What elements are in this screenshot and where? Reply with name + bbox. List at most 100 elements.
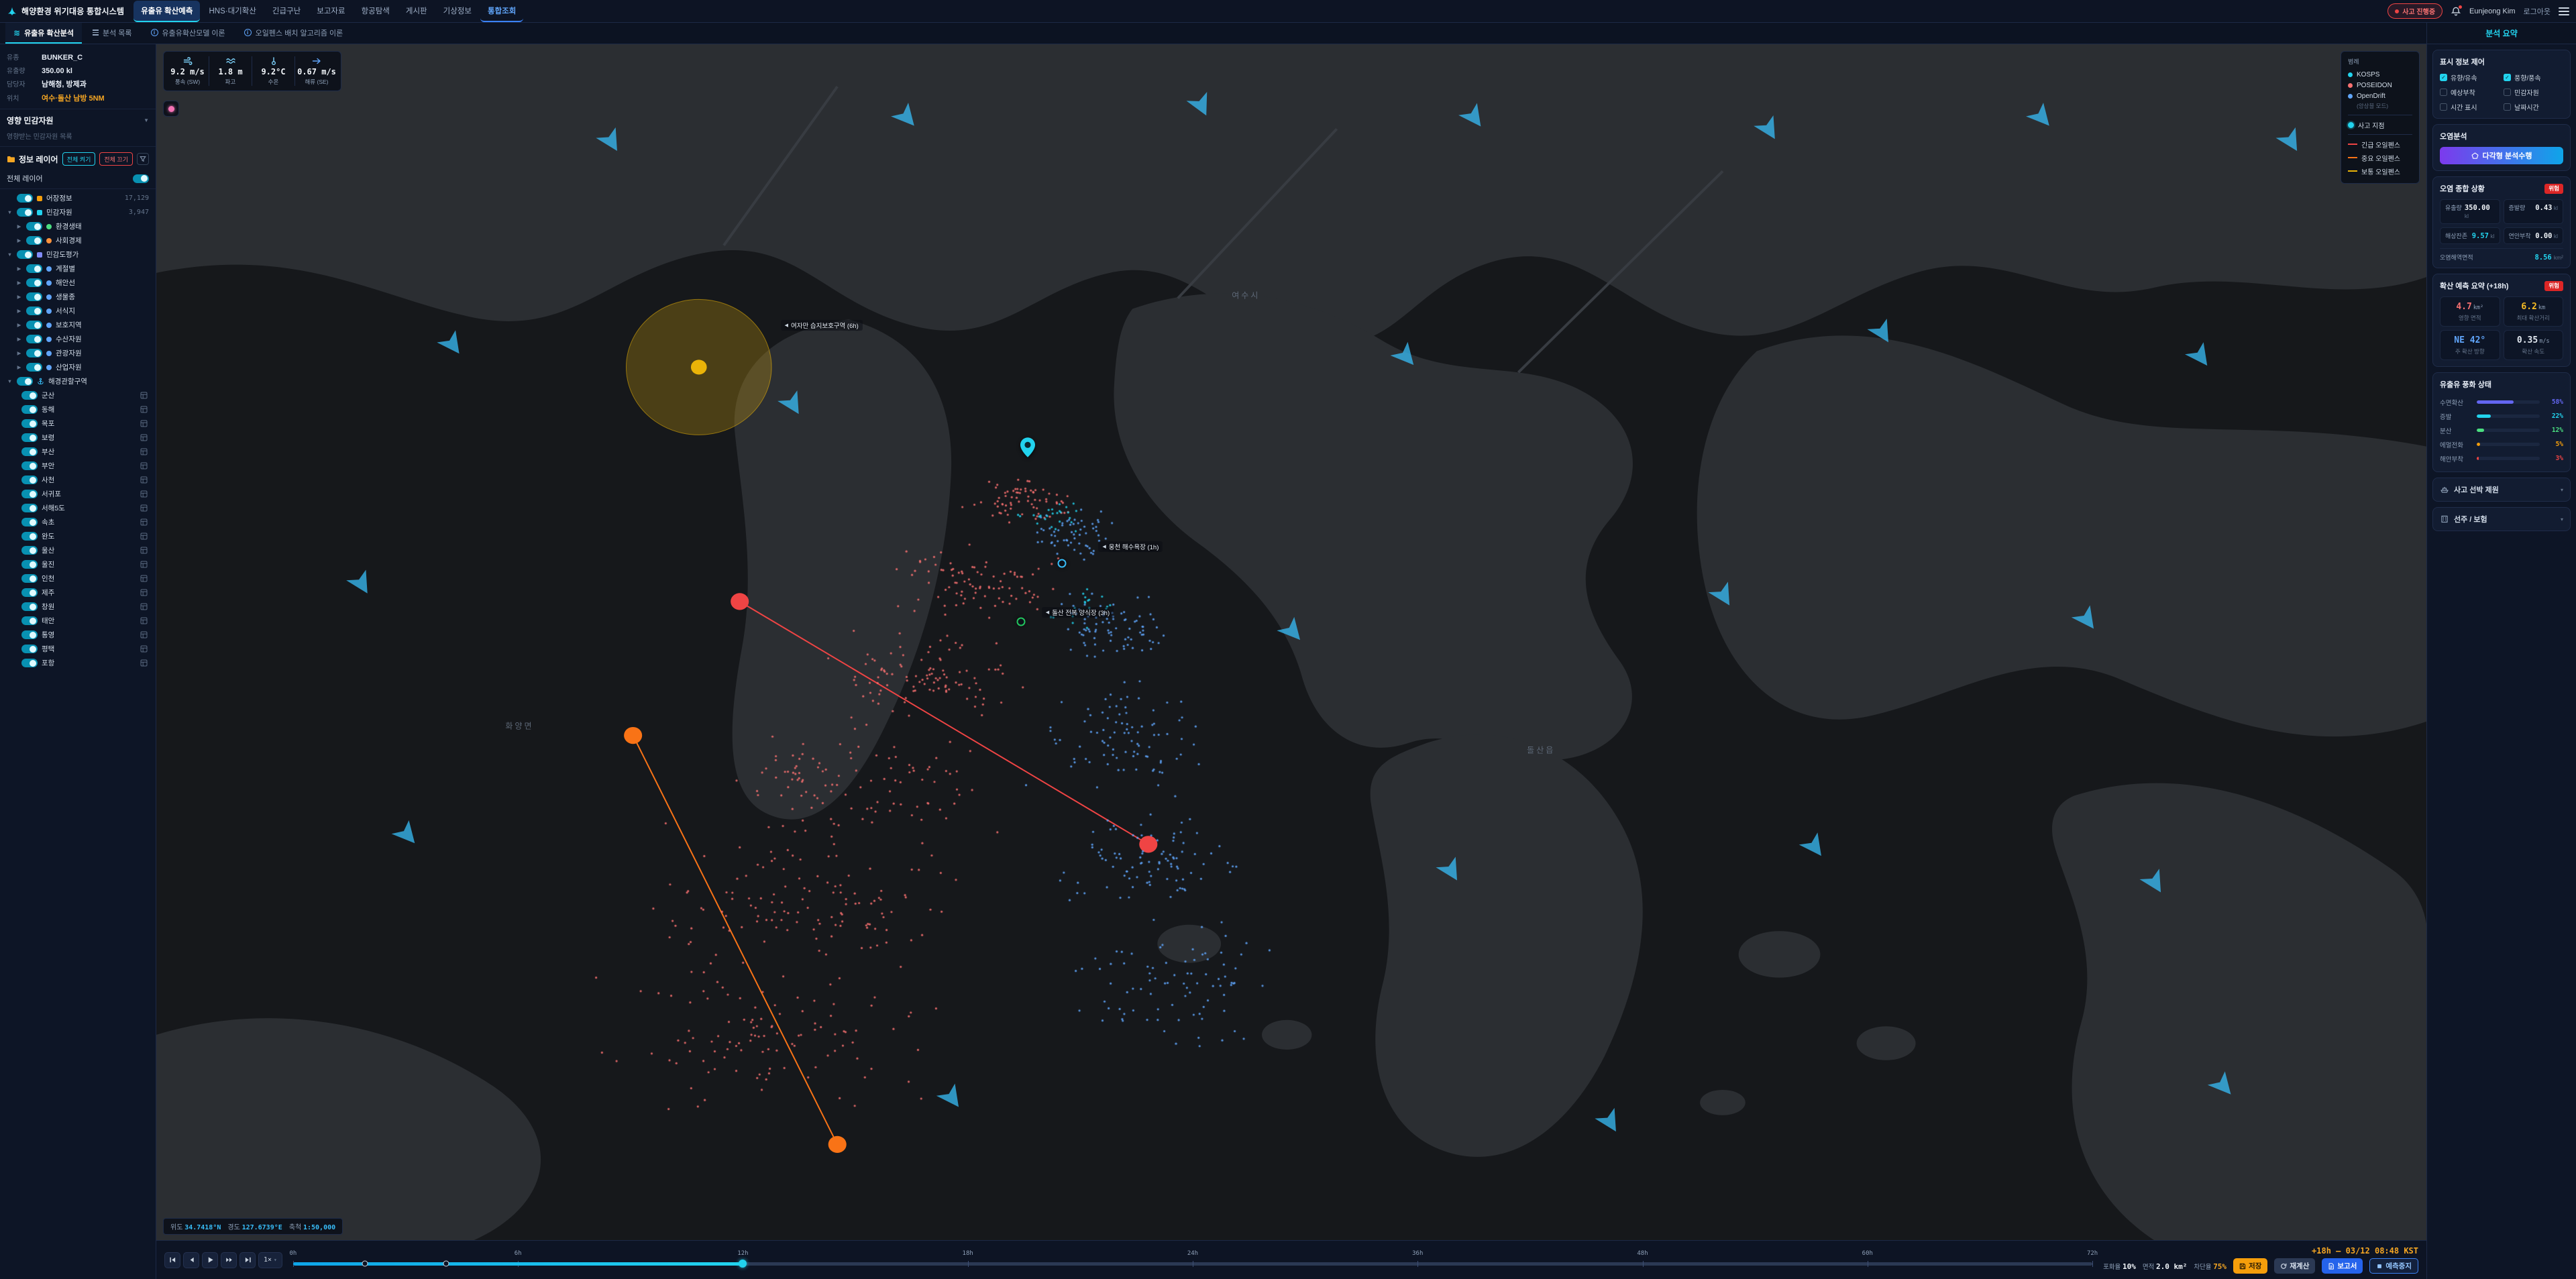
- layer-child-row[interactable]: ▶보호지역: [0, 318, 156, 332]
- region-row[interactable]: 사천: [0, 473, 156, 487]
- region-map-button[interactable]: [140, 490, 149, 498]
- expand-chevron-icon[interactable]: ▶: [16, 294, 22, 300]
- expand-chevron-icon[interactable]: ▶: [16, 237, 22, 243]
- layer-child-row[interactable]: ▶관광자원: [0, 346, 156, 360]
- nav-menu-item[interactable]: 기상정보: [436, 1, 479, 22]
- layer-child-row[interactable]: ▶환경생태: [0, 219, 156, 233]
- layer-toggle[interactable]: [26, 349, 42, 357]
- master-layer-toggle[interactable]: [133, 174, 149, 183]
- region-map-button[interactable]: [140, 602, 149, 611]
- region-toggle[interactable]: [21, 616, 38, 625]
- layer-row[interactable]: ▼해경관할구역: [0, 374, 156, 388]
- layer-toggle[interactable]: [26, 307, 42, 315]
- region-toggle[interactable]: [21, 419, 38, 428]
- region-map-button[interactable]: [140, 645, 149, 653]
- save-button[interactable]: 저장: [2233, 1258, 2267, 1274]
- layer-toggle[interactable]: [26, 236, 42, 245]
- region-row[interactable]: 통영: [0, 628, 156, 642]
- region-row[interactable]: 속초: [0, 515, 156, 529]
- all-layers-on-button[interactable]: 전체 켜기: [62, 152, 96, 166]
- nav-menu-item[interactable]: 게시판: [398, 1, 435, 22]
- layer-row[interactable]: ▼민감도평가: [0, 247, 156, 262]
- region-toggle[interactable]: [21, 490, 38, 498]
- layer-toggle[interactable]: [26, 321, 42, 329]
- region-row[interactable]: 완도: [0, 529, 156, 543]
- display-option-checkbox[interactable]: ✓유향/유속: [2440, 72, 2500, 82]
- region-toggle[interactable]: [21, 461, 38, 470]
- region-map-button[interactable]: [140, 476, 149, 484]
- hamburger-menu-icon[interactable]: [2559, 7, 2569, 15]
- layer-child-row[interactable]: ▶서식지: [0, 304, 156, 318]
- layer-toggle[interactable]: [26, 222, 42, 231]
- region-row[interactable]: 보령: [0, 431, 156, 445]
- collapsed-section-card[interactable]: 사고 선박 제원▾: [2432, 478, 2571, 502]
- region-row[interactable]: 제주: [0, 586, 156, 600]
- region-toggle[interactable]: [21, 630, 38, 639]
- fast-forward-button[interactable]: [221, 1252, 237, 1268]
- skip-to-start-button[interactable]: [164, 1252, 180, 1268]
- map-canvas[interactable]: 여수시화양면돌산읍◀여자만 습지보호구역 (6h)◀웅천 해수욕장 (1h)◀돌…: [156, 44, 2426, 1240]
- expand-chevron-icon[interactable]: ▶: [16, 308, 22, 314]
- region-row[interactable]: 목포: [0, 416, 156, 431]
- layer-child-row[interactable]: ▶계절별: [0, 262, 156, 276]
- expand-chevron-icon[interactable]: ▼: [7, 252, 13, 258]
- time-slider[interactable]: 0h6h12h18h24h36h48h60h72h: [293, 1250, 2092, 1270]
- region-map-button[interactable]: [140, 574, 149, 583]
- layer-filter-button[interactable]: [137, 153, 149, 165]
- region-row[interactable]: 태안: [0, 614, 156, 628]
- region-row[interactable]: 평택: [0, 642, 156, 656]
- region-toggle[interactable]: [21, 560, 38, 569]
- user-name[interactable]: Eunjeong Kim: [2469, 7, 2516, 15]
- region-toggle[interactable]: [21, 546, 38, 555]
- fence-event-marker[interactable]: [362, 1261, 368, 1267]
- region-row[interactable]: 창원: [0, 600, 156, 614]
- time-track[interactable]: [293, 1262, 2092, 1266]
- tab-item[interactable]: 분석 목록: [85, 23, 140, 44]
- nav-menu-item[interactable]: 긴급구난: [265, 1, 308, 22]
- map-style-button[interactable]: [163, 101, 179, 117]
- skip-to-end-button[interactable]: [239, 1252, 256, 1268]
- tab-item[interactable]: i오일펜스 배치 알고리즘 이론: [236, 23, 352, 44]
- stop-prediction-button[interactable]: 예측중지: [2369, 1258, 2418, 1274]
- region-toggle[interactable]: [21, 659, 38, 667]
- expand-chevron-icon[interactable]: ▶: [16, 350, 22, 356]
- region-map-button[interactable]: [140, 391, 149, 400]
- region-toggle[interactable]: [21, 518, 38, 526]
- region-map-button[interactable]: [140, 447, 149, 456]
- display-option-checkbox[interactable]: 민감자원: [2504, 87, 2563, 97]
- region-map-button[interactable]: [140, 433, 149, 442]
- display-option-checkbox[interactable]: 시간 표시: [2440, 102, 2500, 112]
- expand-chevron-icon[interactable]: ▶: [16, 322, 22, 328]
- region-toggle[interactable]: [21, 588, 38, 597]
- report-button[interactable]: 보고서: [2322, 1258, 2363, 1274]
- region-row[interactable]: 포항: [0, 656, 156, 670]
- display-option-checkbox[interactable]: 날짜시간: [2504, 102, 2563, 112]
- layer-child-row[interactable]: ▶산업자원: [0, 360, 156, 374]
- nav-menu-item[interactable]: HNS·대기확산: [201, 1, 263, 22]
- fence-event-marker[interactable]: [443, 1261, 449, 1267]
- layer-row[interactable]: ▼민감자원3,947: [0, 205, 156, 219]
- layer-toggle[interactable]: [26, 335, 42, 343]
- region-map-button[interactable]: [140, 532, 149, 541]
- region-row[interactable]: 울산: [0, 543, 156, 557]
- expand-chevron-icon[interactable]: ▶: [16, 364, 22, 370]
- region-row[interactable]: 군산: [0, 388, 156, 402]
- tab-item[interactable]: i유출유확산모델 이론: [143, 23, 233, 44]
- region-map-button[interactable]: [140, 504, 149, 512]
- expand-chevron-icon[interactable]: ▶: [16, 336, 22, 342]
- layer-row[interactable]: 어장정보17,129: [0, 191, 156, 205]
- display-option-checkbox[interactable]: 예상부착: [2440, 87, 2500, 97]
- nav-menu-item[interactable]: 항공탐색: [354, 1, 397, 22]
- region-toggle[interactable]: [21, 476, 38, 484]
- layer-toggle[interactable]: [26, 278, 42, 287]
- region-map-button[interactable]: [140, 588, 149, 597]
- play-button[interactable]: [202, 1252, 218, 1268]
- expand-chevron-icon[interactable]: ▶: [16, 266, 22, 272]
- expand-chevron-icon[interactable]: ▼: [7, 209, 13, 215]
- layer-child-row[interactable]: ▶사회경제: [0, 233, 156, 247]
- playback-speed-button[interactable]: 1×▾: [258, 1252, 282, 1268]
- nav-menu-item[interactable]: 보고자료: [309, 1, 352, 22]
- nav-menu-item[interactable]: 유출유 확산예측: [133, 1, 200, 22]
- layer-toggle[interactable]: [17, 208, 33, 217]
- region-row[interactable]: 인천: [0, 571, 156, 586]
